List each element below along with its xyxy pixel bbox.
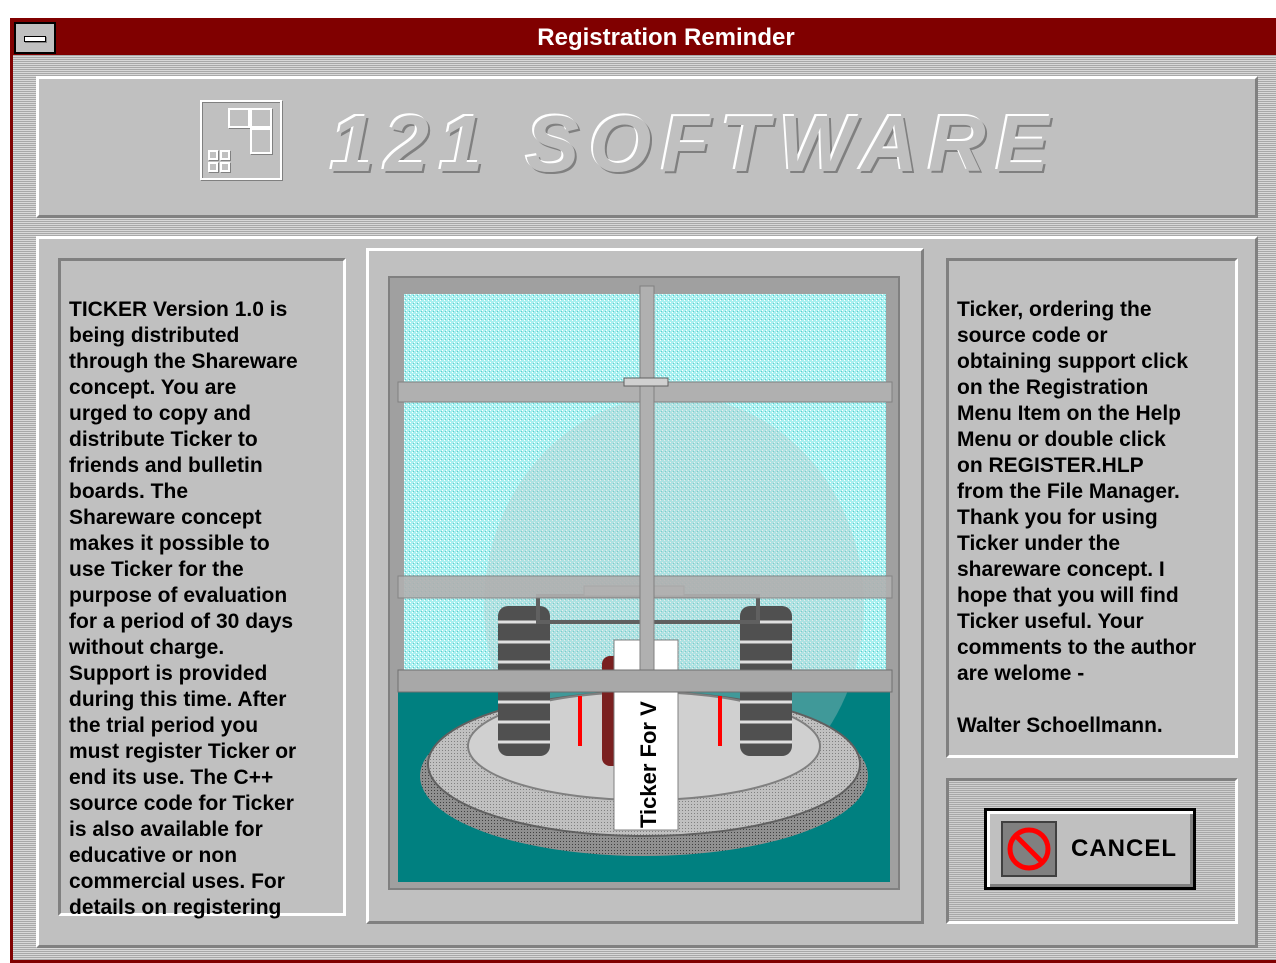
shareware-info-paragraph: TICKER Version 1.0 is being distributed … <box>69 298 298 919</box>
cancel-button-label: CANCEL <box>1071 835 1177 862</box>
registration-reminder-window: Registration Reminder 121 SOFTWARE TICKE… <box>0 0 1276 963</box>
registration-info-text: Ticker, ordering the source code or obta… <box>946 258 1238 758</box>
system-menu-icon <box>24 36 46 42</box>
ticker-machine-illustration: Ticker For V <box>388 276 900 890</box>
no-entry-icon <box>1001 821 1057 877</box>
shareware-info-text: TICKER Version 1.0 is being distributed … <box>58 258 346 919</box>
system-menu-button[interactable] <box>14 22 56 54</box>
logo-squares-icon <box>200 100 282 180</box>
window-title: Registration Reminder <box>537 24 795 51</box>
ticker-tape-label: Ticker For V <box>636 701 661 828</box>
company-logo-text: 121 SOFTWARE <box>330 99 1060 188</box>
registration-info-paragraph: Ticker, ordering the source code or obta… <box>957 298 1197 737</box>
cancel-button[interactable]: CANCEL <box>984 808 1196 890</box>
